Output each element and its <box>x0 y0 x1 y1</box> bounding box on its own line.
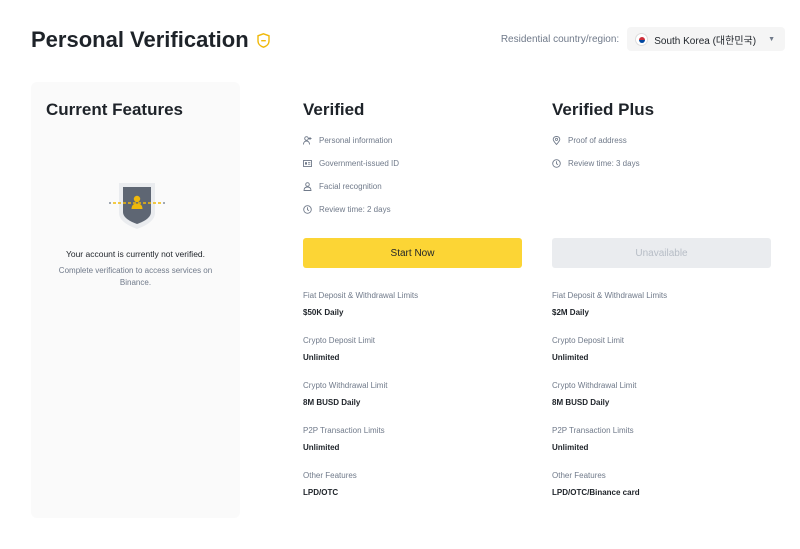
requirement-text: Review time: 2 days <box>319 205 391 214</box>
limit-value: 8M BUSD Daily <box>303 398 361 407</box>
limit-label: Crypto Deposit Limit <box>552 336 625 345</box>
limit-label: Crypto Withdrawal Limit <box>552 381 637 390</box>
face-icon <box>303 182 312 191</box>
requirement-text: Facial recognition <box>319 182 382 191</box>
requirement-review-time: Review time: 3 days <box>552 159 640 168</box>
region-selector-group: Residential country/region: South Korea … <box>501 27 785 51</box>
unavailable-button[interactable]: Unavailable <box>552 238 771 268</box>
location-icon <box>552 136 561 145</box>
verification-status: Your account is currently not verified. <box>65 249 206 259</box>
limit-label: Crypto Withdrawal Limit <box>303 381 388 390</box>
limit-value: LPD/OTC <box>303 488 339 497</box>
limit-value: 8M BUSD Daily <box>552 398 610 407</box>
requirement-text: Proof of address <box>568 136 627 145</box>
limit-label: Crypto Deposit Limit <box>303 336 376 345</box>
requirement-personal-info: Personal information <box>303 136 392 145</box>
person-icon <box>303 136 312 145</box>
verified-title: Verified <box>303 100 365 119</box>
limit-value: $50K Daily <box>303 308 344 317</box>
requirement-text: Review time: 3 days <box>568 159 640 168</box>
requirement-facial-recognition: Facial recognition <box>303 182 382 191</box>
clock-icon <box>552 159 561 168</box>
limit-label: Fiat Deposit & Withdrawal Limits <box>552 291 668 300</box>
current-features-title: Current Features <box>46 100 183 119</box>
requirement-government-id: Government-issued ID <box>303 159 399 168</box>
id-card-icon <box>303 160 312 167</box>
requirement-text: Government-issued ID <box>319 159 400 168</box>
limit-value: Unlimited <box>552 353 589 362</box>
unverified-shield-icon <box>109 183 165 229</box>
clock-icon <box>303 205 312 214</box>
region-label: Residential country/region: <box>500 33 620 45</box>
limit-label: Fiat Deposit & Withdrawal Limits <box>303 291 419 300</box>
start-now-button[interactable]: Start Now <box>303 238 522 268</box>
limit-value: Unlimited <box>303 443 340 452</box>
page-title: Personal Verification <box>31 27 270 53</box>
caret-down-icon: ▼ <box>768 35 775 43</box>
limit-label: Other Features <box>552 471 606 480</box>
region-value: South Korea (대한민국) <box>654 35 757 47</box>
limit-value: Unlimited <box>303 353 340 362</box>
korea-flag-icon <box>635 32 649 46</box>
requirement-review-time: Review time: 2 days <box>303 205 391 214</box>
limit-label: Other Features <box>303 471 357 480</box>
requirement-text: Personal information <box>319 136 393 145</box>
shield-icon <box>256 32 270 48</box>
limit-value: $2M Daily <box>552 308 589 317</box>
page-title-text: Personal Verification <box>31 27 249 52</box>
limit-label: P2P Transaction Limits <box>303 426 385 435</box>
current-features-card: Current Features Your account is current… <box>31 82 240 518</box>
limit-value: LPD/OTC/Binance card <box>552 488 640 497</box>
requirement-proof-of-address: Proof of address <box>552 136 627 145</box>
limit-label: P2P Transaction Limits <box>552 426 634 435</box>
verification-description: Complete verification to access services… <box>58 266 213 287</box>
limit-value: Unlimited <box>552 443 589 452</box>
region-dropdown[interactable]: South Korea (대한민국) ▼ <box>627 27 785 51</box>
verified-plus-title: Verified Plus <box>552 100 655 119</box>
